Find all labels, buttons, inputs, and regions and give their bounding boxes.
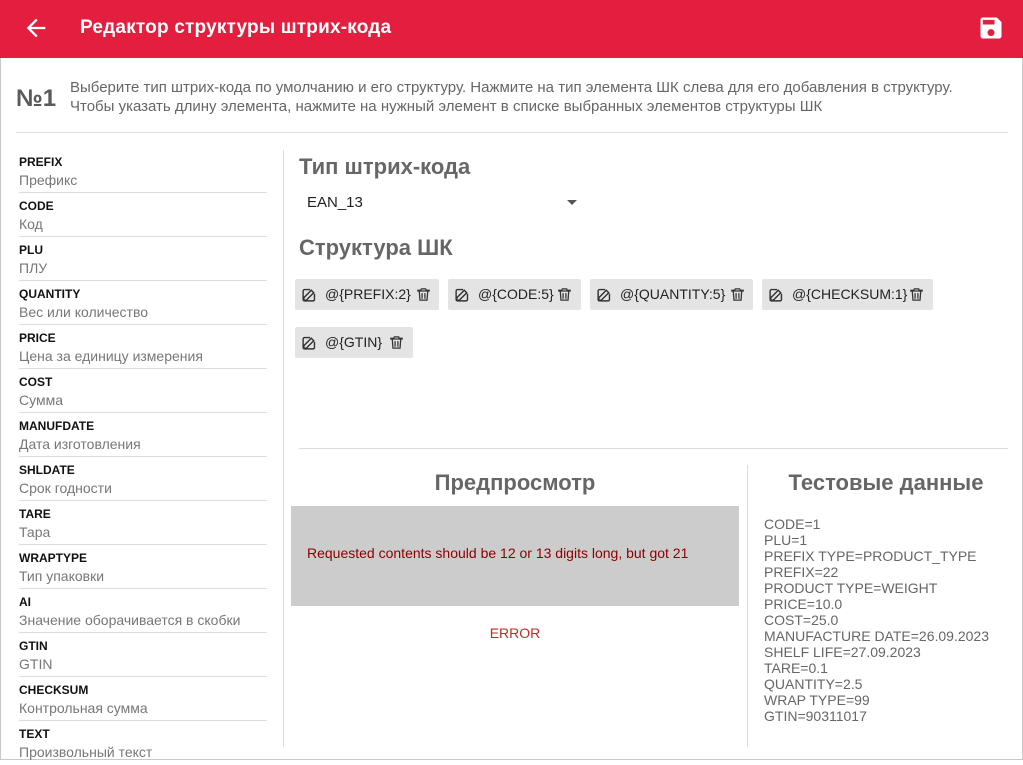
floppy-disk-icon[interactable] <box>977 14 1005 42</box>
trash-icon[interactable] <box>415 286 432 303</box>
chip-label: @{QUANTITY:5} <box>620 286 726 302</box>
step-instruction: Выберите тип штрих-кода по умолчанию и е… <box>70 79 953 115</box>
test-data-line: PLU=1 <box>764 532 808 548</box>
element-type-item[interactable]: WRAPTYPE Тип упаковки <box>19 546 267 589</box>
test-data-line: COST=25.0 <box>764 612 839 628</box>
structure-heading: Структура ШК <box>299 235 453 260</box>
element-type-list: PREFIX Префикс CODE Код PLU ПЛУ QUANTITY Вес ил… <box>19 150 267 765</box>
app-bar: Редактор структуры штрих-кода <box>0 0 1023 58</box>
element-code: CHECKSUM <box>19 683 89 697</box>
test-data-line: SHELF LIFE=27.09.2023 <box>764 644 921 660</box>
element-code: TEXT <box>19 727 50 741</box>
edit-icon[interactable] <box>768 286 785 303</box>
element-type-item[interactable]: CHECKSUM Контрольная сумма <box>19 678 267 721</box>
element-description: Тип упаковки <box>19 568 105 584</box>
test-data-line: PRICE=10.0 <box>764 596 843 612</box>
element-code: COST <box>19 375 53 389</box>
element-description: Контрольная сумма <box>19 700 148 716</box>
element-description: GTIN <box>19 656 53 672</box>
element-type-item[interactable]: TEXT Произвольный текст <box>19 722 267 764</box>
structure-chip[interactable]: @{CHECKSUM:1} <box>762 279 933 310</box>
divider <box>16 132 1008 133</box>
element-description: Срок годности <box>19 480 112 496</box>
element-type-item[interactable]: TARE Тара <box>19 502 267 545</box>
test-data-line: PREFIX=22 <box>764 564 839 580</box>
element-code: WRAPTYPE <box>19 551 88 565</box>
chip-label: @{CHECKSUM:1} <box>792 286 908 302</box>
element-type-item[interactable]: PLU ПЛУ <box>19 238 267 281</box>
test-data-line: CODE=1 <box>764 516 821 532</box>
test-data-line: MANUFACTURE DATE=26.09.2023 <box>764 628 989 644</box>
element-type-item[interactable]: COST Сумма <box>19 370 267 413</box>
preview-heading: Предпросмотр <box>434 470 596 495</box>
element-type-item[interactable]: PREFIX Префикс <box>19 150 267 193</box>
chip-label: @{GTIN} <box>325 334 383 350</box>
caret-down-icon <box>567 200 577 205</box>
element-description: Цена за единицу измерения <box>19 348 203 364</box>
element-type-item[interactable]: SHLDATE Срок годности <box>19 458 267 501</box>
barcode-type-heading: Тип штрих-кода <box>299 154 471 179</box>
edit-icon[interactable] <box>301 286 318 303</box>
test-data-heading: Тестовые данные <box>788 470 984 495</box>
trash-icon[interactable] <box>729 286 746 303</box>
trash-icon[interactable] <box>388 334 405 351</box>
barcode-type-select[interactable]: EAN_13 <box>299 188 583 218</box>
element-code: PRICE <box>19 331 56 345</box>
barcode-type-value: EAN_13 <box>307 194 363 211</box>
chip-label: @{PREFIX:2} <box>325 286 411 302</box>
edit-icon[interactable] <box>596 286 613 303</box>
preview-error-message: Requested contents should be 12 or 13 di… <box>307 545 689 561</box>
test-data-line: PRODUCT TYPE=WEIGHT <box>764 580 938 596</box>
page-title: Редактор структуры штрих-кода <box>80 17 392 38</box>
element-code: QUANTITY <box>19 287 81 301</box>
element-description: Тара <box>19 524 51 540</box>
step-number: №1 <box>16 85 57 112</box>
edit-icon[interactable] <box>301 334 318 351</box>
element-description: Сумма <box>19 392 63 408</box>
test-data-line: TARE=0.1 <box>764 660 828 676</box>
structure-chip[interactable]: @{CODE:5} <box>448 279 581 310</box>
structure-chip[interactable]: @{QUANTITY:5} <box>590 279 753 310</box>
element-code: AI <box>19 595 31 609</box>
element-description: Код <box>19 216 43 232</box>
test-data-line: QUANTITY=2.5 <box>764 676 863 692</box>
element-description: ПЛУ <box>19 260 48 276</box>
element-code: PREFIX <box>19 155 63 169</box>
element-description: Значение оборачивается в скобки <box>19 612 241 628</box>
element-code: MANUFDATE <box>19 419 95 433</box>
divider <box>299 448 1008 449</box>
element-code: PLU <box>19 243 43 257</box>
trash-icon[interactable] <box>556 286 573 303</box>
arrow-left-icon[interactable] <box>22 14 50 42</box>
element-description: Префикс <box>19 172 78 188</box>
element-type-item[interactable]: QUANTITY Вес или количество <box>19 282 267 325</box>
element-description: Произвольный текст <box>19 744 153 760</box>
element-code: SHLDATE <box>19 463 75 477</box>
element-code: TARE <box>19 507 51 521</box>
test-data-line: GTIN=90311017 <box>764 708 867 724</box>
test-data-list: CODE=1 PLU=1 PREFIX TYPE=PRODUCT_TYPE PREFI… <box>764 516 989 724</box>
element-type-item[interactable]: GTIN GTIN <box>19 634 267 677</box>
chip-label: @{CODE:5} <box>478 286 554 302</box>
element-type-item[interactable]: PRICE Цена за единицу измерения <box>19 326 267 369</box>
element-code: CODE <box>19 199 54 213</box>
trash-icon[interactable] <box>908 286 925 303</box>
element-type-item[interactable]: CODE Код <box>19 194 267 237</box>
edit-icon[interactable] <box>454 286 471 303</box>
element-type-item[interactable]: AI Значение оборачивается в скобки <box>19 590 267 633</box>
element-type-item[interactable]: MANUFDATE Дата изготовления <box>19 414 267 457</box>
preview-box: Requested contents should be 12 or 13 di… <box>291 506 739 606</box>
divider <box>283 150 284 747</box>
element-description: Дата изготовления <box>19 436 141 452</box>
structure-chip[interactable]: @{PREFIX:2} <box>295 279 439 310</box>
element-description: Вес или количество <box>19 304 149 320</box>
divider <box>747 465 748 747</box>
test-data-line: WRAP TYPE=99 <box>764 692 870 708</box>
test-data-line: PREFIX TYPE=PRODUCT_TYPE <box>764 548 977 564</box>
structure-chip[interactable]: @{GTIN} <box>295 327 413 358</box>
preview-status: ERROR <box>489 625 541 641</box>
element-code: GTIN <box>19 639 48 653</box>
